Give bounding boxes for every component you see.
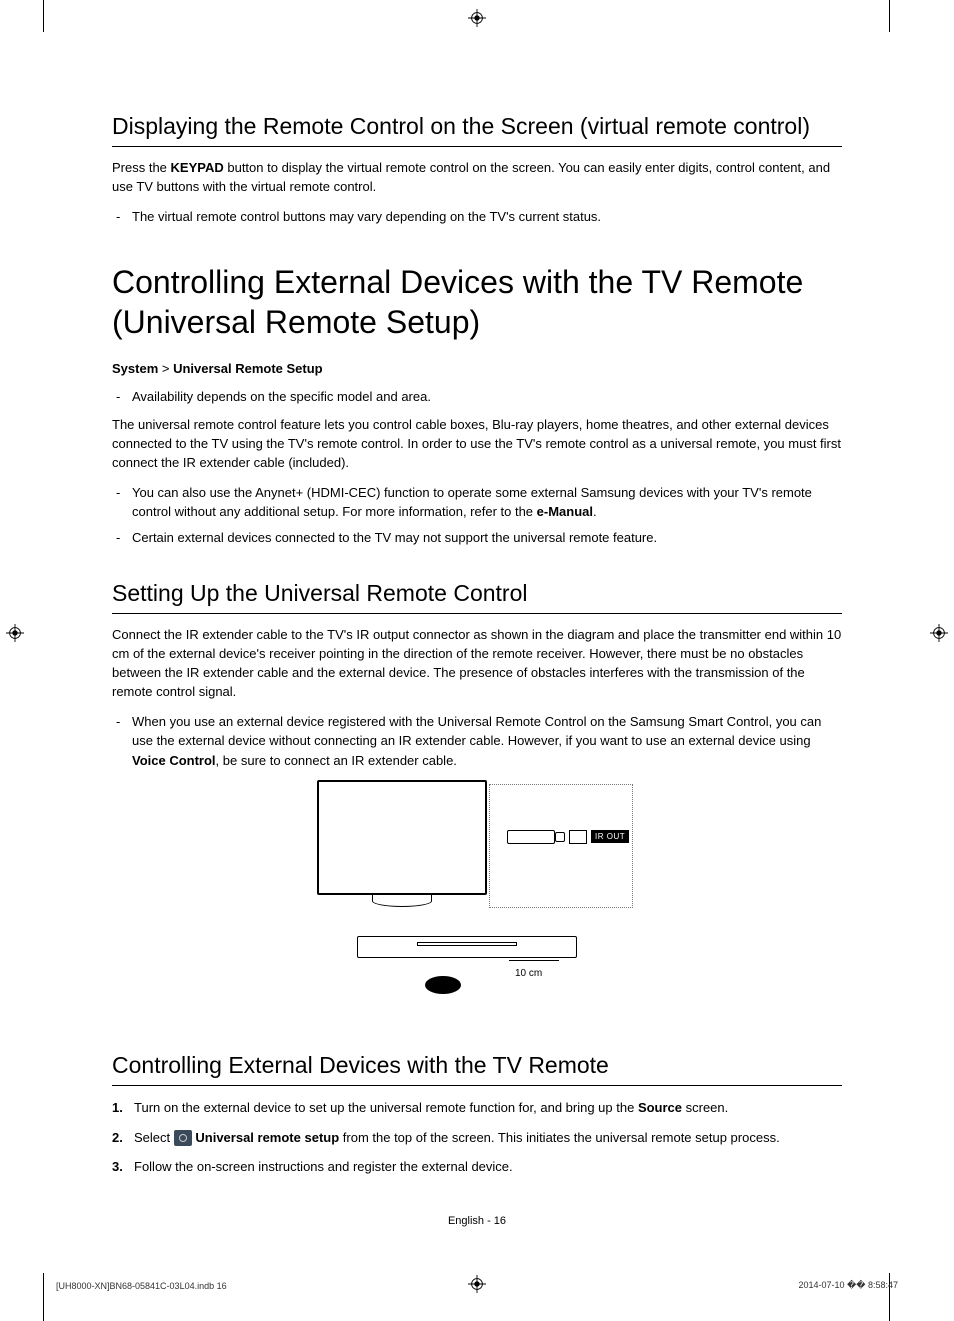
heading-controlling-external: Controlling External Devices with the TV… [112, 1051, 842, 1086]
menu-system: System [112, 361, 158, 376]
plug-tip-icon [555, 832, 565, 842]
para-setting-up: Connect the IR extender cable to the TV'… [112, 626, 842, 701]
voice-control-label: Voice Control [132, 753, 216, 768]
menu-urs: Universal Remote Setup [173, 361, 323, 376]
registration-mark-icon [930, 624, 948, 642]
note-list: Availability depends on the specific mod… [112, 387, 842, 407]
para-virtual-remote: Press the KEYPAD button to display the v… [112, 159, 842, 197]
universal-remote-setup-label: Universal remote setup [195, 1130, 339, 1145]
para-universal-intro: The universal remote control feature let… [112, 416, 842, 473]
print-job-filename: [UH8000-XN]BN68-05841C-03L04.indb 16 [56, 1281, 227, 1291]
ir-transmitter-icon [425, 976, 461, 994]
distance-line [509, 960, 559, 961]
page-footer: English - 16 [0, 1215, 954, 1227]
step-1: Turn on the external device to set up th… [134, 1098, 842, 1118]
note-voice-control: When you use an external device register… [132, 712, 842, 771]
emanual-label: e-Manual [537, 504, 593, 519]
text: , be sure to connect an IR extender cabl… [216, 753, 457, 768]
player-slot-icon [417, 942, 517, 946]
text: Press the [112, 160, 171, 175]
keypad-label: KEYPAD [171, 160, 224, 175]
text: Turn on the external device to set up th… [134, 1100, 638, 1115]
tv-icon [317, 780, 487, 895]
text: screen. [682, 1100, 728, 1115]
remote-setup-icon [174, 1130, 192, 1146]
crop-mark [889, 0, 890, 32]
step-2: Select Universal remote setup from the t… [134, 1128, 842, 1148]
source-label: Source [638, 1100, 682, 1115]
heading-universal-remote-setup: Controlling External Devices with the TV… [112, 262, 842, 342]
text: . [593, 504, 597, 519]
plug-icon [507, 830, 555, 844]
steps-list: Turn on the external device to set up th… [112, 1098, 842, 1177]
text: You can also use the Anynet+ (HDMI-CEC) … [132, 485, 812, 520]
bluray-player-icon [357, 936, 577, 958]
note-list: When you use an external device register… [112, 712, 842, 771]
distance-label: 10 cm [515, 968, 542, 979]
text: from the top of the screen. This initiat… [339, 1130, 780, 1145]
note-list: The virtual remote control buttons may v… [112, 207, 842, 227]
note-anynet: You can also use the Anynet+ (HDMI-CEC) … [132, 483, 842, 522]
crop-mark [43, 0, 44, 32]
crop-mark [43, 1273, 44, 1321]
registration-mark-icon [468, 1275, 486, 1293]
text: Select [134, 1130, 174, 1145]
heading-virtual-remote: Displaying the Remote Control on the Scr… [112, 112, 842, 147]
step-3: Follow the on-screen instructions and re… [134, 1157, 842, 1177]
menu-sep: > [158, 361, 173, 376]
note-list: You can also use the Anynet+ (HDMI-CEC) … [112, 483, 842, 548]
heading-setting-up: Setting Up the Universal Remote Control [112, 579, 842, 614]
page-content: Displaying the Remote Control on the Scr… [112, 112, 842, 1187]
print-job-timestamp: 2014-07-10 �� 8:58:47 [798, 1280, 898, 1291]
ir-extender-diagram: IR OUT 10 cm [317, 780, 637, 1025]
registration-mark-icon [468, 9, 486, 27]
note-availability: Availability depends on the specific mod… [132, 387, 842, 407]
registration-mark-icon [6, 624, 24, 642]
text: When you use an external device register… [132, 714, 821, 749]
ir-port-icon [569, 830, 587, 844]
tv-stand-icon [372, 895, 432, 907]
note-support: Certain external devices connected to th… [132, 528, 842, 548]
menu-path: System > Universal Remote Setup [112, 360, 842, 379]
ir-out-label: IR OUT [591, 830, 629, 843]
note-item: The virtual remote control buttons may v… [132, 207, 842, 227]
callout-box [489, 784, 633, 908]
